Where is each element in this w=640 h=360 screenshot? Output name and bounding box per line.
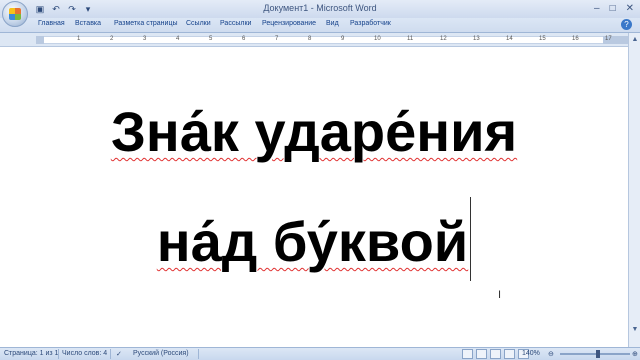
ruler-tick-label: 6 — [242, 36, 246, 42]
ruler-tick-label: 11 — [407, 36, 414, 42]
zoom-in-icon[interactable]: ⊕ — [632, 350, 638, 358]
minimize-icon[interactable]: – — [594, 3, 600, 15]
page-count[interactable]: Страница: 1 из 1 — [4, 350, 58, 357]
tab-mailings[interactable]: Рассылки — [220, 20, 251, 27]
ruler-tick-label: 5 — [209, 36, 213, 42]
help-icon[interactable]: ? — [621, 19, 632, 30]
ruler-tick-label: 15 — [539, 36, 546, 42]
ruler-tick-label: 9 — [341, 36, 345, 42]
office-logo-icon — [9, 8, 21, 20]
window-controls: – □ ✕ — [594, 3, 634, 15]
tab-insert[interactable]: Вставка — [75, 20, 101, 27]
zoom-level[interactable]: 140% — [522, 350, 540, 357]
language-indicator[interactable]: Русский (Россия) — [133, 350, 189, 357]
tab-references[interactable]: Ссылки — [186, 20, 211, 27]
ruler-tick-label: 13 — [473, 36, 480, 42]
full-screen-view-icon[interactable] — [476, 349, 487, 359]
divider — [110, 349, 111, 359]
maximize-icon[interactable]: □ — [610, 3, 616, 15]
office-button[interactable] — [2, 1, 28, 27]
zoom-slider[interactable] — [560, 353, 630, 355]
vertical-scrollbar[interactable]: ▲ ▼ — [628, 33, 640, 347]
ruler-left-margin[interactable] — [36, 36, 44, 44]
divider — [58, 349, 59, 359]
ruler-tick-label: 4 — [176, 36, 180, 42]
tab-view[interactable]: Вид — [326, 20, 339, 27]
ruler-tick-label: 2 — [110, 36, 114, 42]
tab-developer[interactable]: Разработчик — [350, 20, 391, 27]
title-bar: ▣ ↶ ↷ ▾ Документ1 - Microsoft Word – □ ✕ — [0, 0, 640, 27]
ibeam-cursor-icon: I — [498, 289, 502, 301]
print-layout-view-icon[interactable] — [462, 349, 473, 359]
ribbon-tabs: Главная Вставка Разметка страницы Ссылки… — [0, 18, 640, 33]
web-layout-view-icon[interactable] — [490, 349, 501, 359]
text-cursor — [470, 197, 472, 281]
scroll-up-icon[interactable]: ▲ — [630, 35, 640, 45]
ruler-tick-label: 17 — [605, 36, 612, 42]
divider — [198, 349, 199, 359]
tab-review[interactable]: Рецензирование — [262, 20, 316, 27]
ruler-tick-label: 16 — [572, 36, 579, 42]
window-title: Документ1 - Microsoft Word — [263, 3, 377, 13]
document-page[interactable]: Зна́к ударе́ния на́д бу́квой I — [0, 47, 628, 347]
ruler-tick-label: 12 — [440, 36, 447, 42]
ruler-tick-label: 8 — [308, 36, 312, 42]
ruler-tick-label: 14 — [506, 36, 513, 42]
ruler-tick-label: 3 — [143, 36, 147, 42]
outline-view-icon[interactable] — [504, 349, 515, 359]
document-text: Зна́к ударе́ния — [110, 100, 518, 163]
zoom-slider-thumb[interactable] — [596, 350, 600, 358]
spellcheck-icon[interactable]: ✓ — [116, 350, 122, 358]
horizontal-ruler[interactable]: 1 2 3 4 5 6 7 8 9 10 11 12 13 14 15 16 17 — [0, 33, 640, 47]
document-text: на́д бу́квой — [156, 210, 469, 273]
document-line-2: на́д бу́квой — [0, 197, 628, 281]
tab-home[interactable]: Главная — [38, 20, 65, 27]
ruler-tick-label: 1 — [77, 36, 81, 42]
ruler-tick-label: 7 — [275, 36, 279, 42]
ruler-tick-label: 10 — [374, 36, 381, 42]
scroll-down-icon[interactable]: ▼ — [630, 325, 640, 335]
tab-page-layout[interactable]: Разметка страницы — [114, 20, 178, 27]
status-bar: Страница: 1 из 1 Число слов: 4 ✓ Русский… — [0, 347, 640, 360]
zoom-out-icon[interactable]: ⊖ — [548, 350, 554, 358]
document-line-1: Зна́к ударе́ния — [0, 102, 628, 162]
view-buttons — [462, 349, 529, 359]
close-icon[interactable]: ✕ — [626, 3, 634, 15]
word-count[interactable]: Число слов: 4 — [62, 350, 107, 357]
